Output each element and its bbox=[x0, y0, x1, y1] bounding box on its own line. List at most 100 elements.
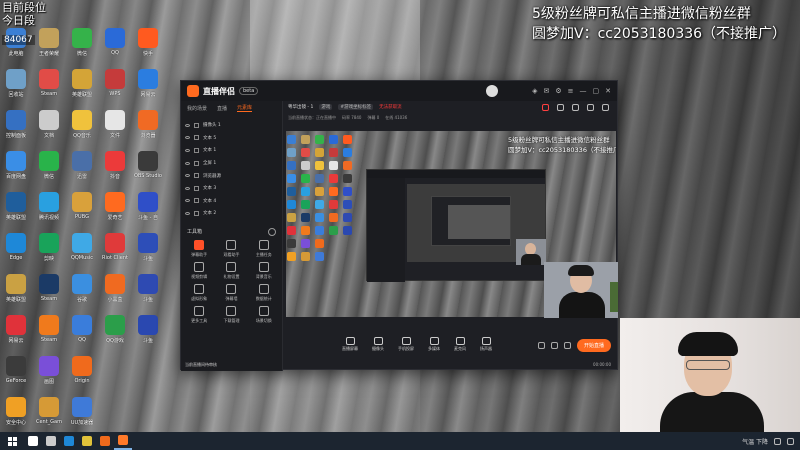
user-avatar[interactable] bbox=[486, 85, 498, 97]
desktop-icon[interactable]: 爱奇艺 bbox=[99, 192, 131, 233]
visibility-eye-icon[interactable] bbox=[185, 174, 190, 178]
desktop-icon[interactable]: OBS Studio bbox=[132, 151, 164, 192]
scene-source-item[interactable]: 全屏 1 bbox=[185, 157, 278, 170]
visibility-eye-icon[interactable] bbox=[185, 186, 190, 190]
visibility-eye-icon[interactable] bbox=[185, 148, 190, 152]
desktop-icon[interactable]: 抖音 bbox=[99, 151, 131, 192]
scene-source-item[interactable]: 文本 3 bbox=[185, 182, 278, 195]
scene-source-item[interactable]: 浏览器源 bbox=[185, 169, 278, 182]
weather-text[interactable]: 气温 下降 bbox=[742, 437, 768, 446]
desktop-icon[interactable]: 快手 bbox=[132, 28, 164, 69]
record-icon[interactable] bbox=[537, 342, 545, 349]
desktop-icon[interactable]: 网易云 bbox=[132, 69, 164, 110]
edge-icon[interactable] bbox=[60, 432, 78, 450]
desktop-icon[interactable]: 文档 bbox=[33, 110, 65, 151]
source-button[interactable]: 摄像头 bbox=[372, 336, 384, 352]
scene-source-item[interactable]: 摄像头 1 bbox=[185, 119, 278, 132]
desktop-icon[interactable]: QQ游戏 bbox=[99, 315, 131, 356]
tab-live[interactable]: 直播 bbox=[217, 105, 227, 112]
source-button[interactable]: 麦克风 bbox=[454, 336, 466, 352]
desktop-icon[interactable] bbox=[132, 356, 164, 397]
desktop-icon[interactable]: 斗鱼 bbox=[132, 315, 164, 356]
scene-source-item[interactable]: 文本 1 bbox=[185, 144, 278, 157]
tool-item[interactable]: 更多工具 bbox=[183, 305, 215, 324]
desktop-icon[interactable] bbox=[99, 356, 131, 397]
tool-item[interactable]: 主播任务 bbox=[248, 239, 280, 258]
desktop-icon[interactable]: 画图 bbox=[33, 356, 65, 397]
gift-icon[interactable]: ◈ bbox=[532, 87, 537, 95]
desktop-icon[interactable]: 英雄联盟 bbox=[66, 69, 98, 110]
tool-item[interactable]: 弹幕助手 bbox=[183, 239, 215, 258]
search-icon[interactable] bbox=[24, 432, 42, 450]
share-icon[interactable] bbox=[602, 103, 609, 111]
desktop-icon[interactable]: Riot Client bbox=[99, 233, 131, 274]
tool-item[interactable]: 弹幕墙 bbox=[215, 283, 247, 302]
tag-chip[interactable]: #游戏坐标标签 bbox=[338, 104, 374, 110]
eye-icon[interactable] bbox=[550, 342, 558, 349]
visibility-eye-icon[interactable] bbox=[185, 161, 190, 165]
tool-item[interactable]: 场景切换 bbox=[248, 305, 280, 324]
desktop-icon[interactable]: 网易云 bbox=[0, 315, 32, 356]
add-tool-icon[interactable] bbox=[268, 227, 276, 236]
notification-icon[interactable] bbox=[542, 103, 549, 111]
desktop-icon[interactable]: 腾讯视频 bbox=[33, 192, 65, 233]
task-view-icon[interactable] bbox=[42, 432, 60, 450]
desktop-icon[interactable]: 斗鱼 bbox=[132, 233, 164, 274]
tool-item[interactable]: 下载管理 bbox=[215, 305, 247, 324]
scene-source-item[interactable]: 文本 2 bbox=[185, 207, 278, 220]
desktop-icon[interactable]: Steam bbox=[33, 69, 65, 110]
desktop-icon[interactable]: PUBG bbox=[66, 192, 98, 233]
bell-icon[interactable] bbox=[587, 103, 594, 111]
desktop-icon[interactable]: WPS bbox=[99, 69, 131, 110]
screenshot-icon[interactable] bbox=[572, 103, 579, 111]
desktop-icon[interactable]: 谷歌 bbox=[66, 274, 98, 315]
desktop-icon[interactable]: 英雄联盟 bbox=[0, 274, 32, 315]
minimize-icon[interactable]: — bbox=[580, 87, 587, 95]
source-button[interactable]: 多媒体 bbox=[428, 336, 440, 352]
tool-item[interactable]: 视频剪辑 bbox=[183, 261, 215, 280]
desktop-icon[interactable]: 小黑盒 bbox=[99, 274, 131, 315]
desktop-icon[interactable]: 斗鱼 bbox=[132, 274, 164, 315]
chrome-icon[interactable] bbox=[78, 432, 96, 450]
desktop-icon[interactable]: 控制面板 bbox=[0, 110, 32, 151]
tool-item[interactable]: 虚拟形象 bbox=[183, 283, 215, 302]
scene-source-item[interactable]: 文本 5 bbox=[185, 132, 278, 145]
desktop-icon[interactable]: QQ bbox=[66, 315, 98, 356]
desktop-icon[interactable]: 斗鱼 - 自 bbox=[132, 192, 164, 233]
desktop-icon[interactable]: Steam bbox=[33, 274, 65, 315]
settings-icon[interactable]: ⚙ bbox=[555, 87, 561, 95]
desktop-icon[interactable]: 文件 bbox=[99, 110, 131, 151]
tray-network-icon[interactable] bbox=[774, 437, 781, 445]
desktop-icon[interactable]: Edge bbox=[0, 233, 32, 274]
start-button[interactable] bbox=[0, 432, 24, 450]
tool-item[interactable]: 观看助手 bbox=[215, 239, 247, 258]
visibility-eye-icon[interactable] bbox=[185, 199, 190, 203]
gear-icon[interactable] bbox=[563, 342, 571, 349]
desktop-icon[interactable]: QQ bbox=[99, 28, 131, 69]
tab-elements[interactable]: 元素库 bbox=[237, 104, 253, 112]
app-g-icon[interactable] bbox=[96, 432, 114, 450]
desktop-icon[interactable]: 回收站 bbox=[0, 69, 32, 110]
lock-icon[interactable] bbox=[557, 103, 564, 111]
desktop-icon[interactable]: 浏览器 bbox=[132, 110, 164, 151]
category-chip[interactable]: 游戏 bbox=[319, 104, 333, 110]
room-name[interactable]: 粤华出镜 - 1 bbox=[288, 104, 313, 110]
desktop-icon[interactable]: Steam bbox=[33, 315, 65, 356]
desktop-icon[interactable]: QQ音乐 bbox=[66, 110, 98, 151]
mail-icon[interactable]: ✉ bbox=[543, 87, 549, 95]
maximize-icon[interactable]: ▢ bbox=[593, 87, 600, 95]
visibility-eye-icon[interactable] bbox=[185, 123, 190, 127]
start-live-button[interactable]: 开始直播 bbox=[576, 339, 611, 352]
visibility-eye-icon[interactable] bbox=[185, 136, 190, 140]
source-button[interactable]: 扬声器 bbox=[480, 336, 492, 352]
tray-volume-icon[interactable] bbox=[787, 437, 794, 445]
desktop-icon[interactable]: 百度网盘 bbox=[0, 151, 32, 192]
tool-item[interactable]: 背景音乐 bbox=[248, 261, 280, 280]
source-button[interactable]: 直播屏幕 bbox=[342, 336, 358, 352]
desktop-icon[interactable]: GeForce bbox=[0, 356, 32, 397]
tool-item[interactable]: 数据统计 bbox=[248, 283, 280, 302]
desktop-icon[interactable]: 微信 bbox=[33, 151, 65, 192]
desktop-icon[interactable]: 英雄联盟 bbox=[0, 192, 32, 233]
menu-icon[interactable]: ≡ bbox=[568, 87, 574, 95]
source-button[interactable]: 手机投屏 bbox=[398, 336, 414, 352]
